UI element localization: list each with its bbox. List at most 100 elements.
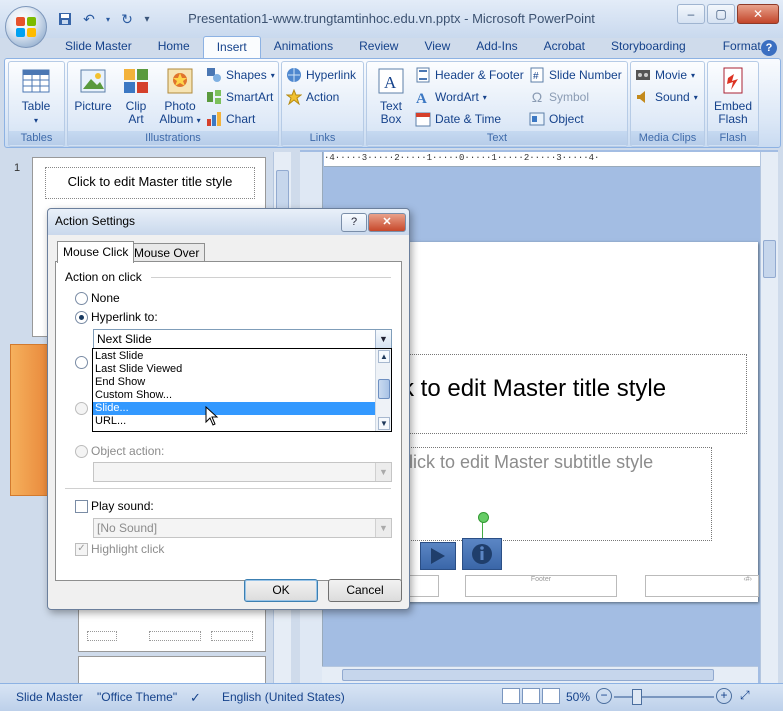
dropdown-item-custom-show[interactable]: Custom Show... bbox=[93, 389, 377, 402]
tab-animations[interactable]: Animations bbox=[261, 36, 346, 58]
smartart-button[interactable]: SmartArt bbox=[206, 88, 273, 106]
slide-number-button[interactable]: # Slide Number bbox=[529, 66, 622, 84]
spell-check-icon[interactable]: ✓ bbox=[190, 690, 201, 706]
slide-sorter-icon[interactable] bbox=[522, 688, 540, 704]
wordart-button[interactable]: A WordArt ▾ bbox=[415, 88, 487, 106]
object-action-select: ▼ bbox=[93, 462, 392, 482]
tab-acrobat[interactable]: Acrobat bbox=[531, 36, 598, 58]
office-button[interactable] bbox=[5, 6, 47, 48]
normal-view-icon[interactable] bbox=[502, 688, 520, 704]
next-action-button[interactable] bbox=[420, 542, 456, 570]
fit-to-window-icon[interactable]: ⤢ bbox=[740, 688, 750, 703]
zoom-out-icon[interactable]: − bbox=[596, 688, 612, 704]
chart-button[interactable]: Chart bbox=[206, 110, 255, 128]
footer-placeholder[interactable]: Footer bbox=[465, 575, 617, 597]
close-button[interactable]: ✕ bbox=[737, 4, 779, 24]
dropdown-item-url[interactable]: URL... bbox=[93, 415, 377, 428]
canvas-scrollbar[interactable] bbox=[760, 152, 778, 683]
clip-art-label-2: Art bbox=[128, 112, 144, 126]
picture-icon bbox=[78, 66, 108, 96]
footer-text: Footer bbox=[530, 576, 552, 583]
slide-show-icon[interactable] bbox=[542, 688, 560, 704]
tab-insert[interactable]: Insert bbox=[202, 36, 261, 59]
text-box-label-2: Box bbox=[380, 112, 402, 126]
embed-flash-button[interactable]: Embed Flash bbox=[710, 66, 756, 126]
sound-button[interactable]: Sound ▾ bbox=[635, 88, 698, 106]
dropdown-item-slide[interactable]: Slide... bbox=[93, 401, 378, 416]
text-box-button[interactable]: A Text Box bbox=[371, 66, 411, 126]
title-placeholder[interactable]: k to edit Master title style bbox=[395, 354, 747, 434]
header-footer-button[interactable]: Header & Footer bbox=[415, 66, 524, 84]
action-button[interactable]: Action bbox=[286, 88, 339, 106]
run-program-radio[interactable] bbox=[75, 356, 88, 369]
maximize-button[interactable]: ▢ bbox=[707, 4, 735, 24]
subtitle-placeholder[interactable]: lick to edit Master subtitle style bbox=[390, 447, 712, 541]
layout-thumbnail-next[interactable] bbox=[78, 656, 266, 685]
picture-button[interactable]: Picture bbox=[72, 66, 114, 113]
clip-art-icon bbox=[121, 66, 151, 96]
play-sound-checkbox[interactable] bbox=[75, 500, 88, 513]
horizontal-ruler: ·4·····3·····2·····1·····0·····1·····2··… bbox=[324, 152, 770, 167]
none-radio[interactable] bbox=[75, 292, 88, 305]
run-macro-radio bbox=[75, 402, 88, 415]
tab-mouse-over[interactable]: Mouse Over bbox=[128, 243, 206, 262]
shapes-button[interactable]: Shapes ▾ bbox=[206, 66, 275, 84]
chevron-down-icon[interactable]: ▼ bbox=[375, 330, 391, 348]
dialog-close-button[interactable]: ✕ bbox=[368, 213, 406, 232]
layout-thumbnail-selected[interactable] bbox=[10, 344, 50, 496]
chart-icon bbox=[207, 112, 221, 126]
title-file: Presentation1-www.trungtamtinhoc.edu.vn.… bbox=[188, 11, 461, 26]
tab-mouse-click[interactable]: Mouse Click bbox=[57, 241, 135, 263]
symbol-label: Symbol bbox=[549, 90, 590, 104]
scroll-down-icon[interactable]: ▼ bbox=[378, 417, 390, 430]
minimize-button[interactable]: – bbox=[677, 4, 705, 24]
horizontal-scrollbar[interactable] bbox=[322, 666, 758, 683]
scroll-up-icon[interactable]: ▲ bbox=[378, 350, 390, 363]
help-icon[interactable]: ? bbox=[761, 40, 777, 56]
calendar-icon bbox=[415, 112, 431, 127]
hyperlink-button[interactable]: Hyperlink bbox=[286, 66, 356, 84]
sound-divider bbox=[65, 488, 391, 489]
date-time-label: Date & Time bbox=[435, 112, 502, 126]
group-label-media: Media Clips bbox=[631, 131, 704, 145]
text-box-icon: A bbox=[376, 66, 406, 96]
zoom-slider-thumb[interactable] bbox=[632, 689, 642, 705]
title-app: Microsoft PowerPoint bbox=[472, 11, 595, 26]
tab-view[interactable]: View bbox=[411, 36, 463, 58]
hyperlink-label: Hyperlink bbox=[306, 68, 357, 82]
scroll-thumb[interactable] bbox=[378, 379, 390, 399]
dropdown-item-last-slide-viewed[interactable]: Last Slide Viewed bbox=[93, 363, 377, 376]
group-label-flash: Flash bbox=[708, 131, 758, 145]
tab-add-ins[interactable]: Add-Ins bbox=[463, 36, 530, 58]
cancel-button[interactable]: Cancel bbox=[328, 579, 402, 602]
symbol-button[interactable]: Ω Symbol bbox=[529, 88, 589, 106]
clip-art-button[interactable]: Clip Art bbox=[118, 66, 154, 126]
dialog-title: Action Settings bbox=[55, 214, 136, 228]
status-language: English (United States) bbox=[222, 690, 345, 704]
zoom-level[interactable]: 50% bbox=[566, 690, 590, 704]
tab-storyboarding[interactable]: Storyboarding bbox=[598, 36, 699, 58]
slide-number-placeholder[interactable]: ‹#› bbox=[645, 575, 759, 597]
photo-album-button[interactable]: Photo Album ▾ bbox=[158, 66, 202, 127]
hyperlink-select[interactable]: Next Slide ▼ bbox=[93, 329, 392, 349]
zoom-slider[interactable] bbox=[614, 696, 714, 698]
dropdown-scrollbar[interactable]: ▲ ▼ bbox=[375, 349, 391, 431]
tab-review[interactable]: Review bbox=[346, 36, 411, 58]
object-button[interactable]: Object bbox=[529, 110, 584, 128]
dialog-help-button[interactable]: ? bbox=[341, 213, 367, 232]
group-label-text: Text bbox=[367, 131, 627, 145]
movie-button[interactable]: Movie ▾ bbox=[635, 66, 695, 84]
rotate-handle[interactable] bbox=[478, 512, 489, 523]
slide-number-label: Slide Number bbox=[549, 68, 622, 82]
ok-button[interactable]: OK bbox=[244, 579, 318, 602]
tab-home[interactable]: Home bbox=[145, 36, 203, 58]
highlight-click-checkbox: ✓ bbox=[75, 543, 88, 556]
tab-slide-master[interactable]: Slide Master bbox=[52, 36, 145, 58]
date-time-button[interactable]: Date & Time bbox=[415, 110, 501, 128]
dropdown-item-last-slide[interactable]: Last Slide bbox=[93, 350, 377, 363]
table-button[interactable]: Table ▾ bbox=[13, 66, 59, 127]
info-action-button[interactable] bbox=[462, 538, 502, 570]
zoom-in-icon[interactable]: + bbox=[716, 688, 732, 704]
hyperlink-radio[interactable] bbox=[75, 311, 88, 324]
dropdown-item-end-show[interactable]: End Show bbox=[93, 376, 377, 389]
